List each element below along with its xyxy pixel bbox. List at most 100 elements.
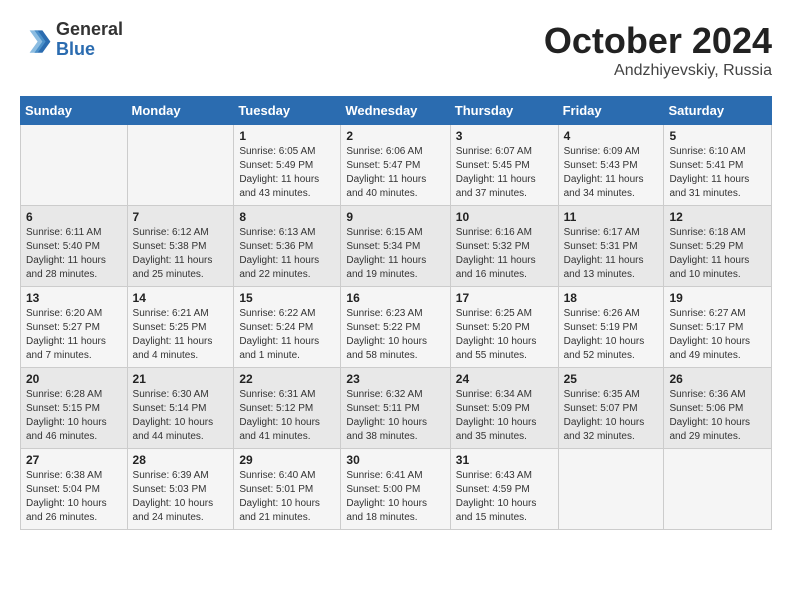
weekday-header: Friday (558, 97, 664, 125)
calendar-day-cell: 4Sunrise: 6:09 AM Sunset: 5:43 PM Daylig… (558, 125, 664, 206)
day-number: 12 (669, 210, 766, 224)
calendar-week-row: 1 Sunrise: 6:05 AM Sunset: 5:49 PM Daylig… (21, 125, 772, 206)
calendar-day-cell: 25 Sunrise: 6:35 AM Sunset: 5:07 PM Dayli… (558, 368, 664, 449)
day-info: Sunrise: 6:05 AM Sunset: 5:49 PM Dayligh… (239, 145, 335, 201)
calendar-day-cell: 19Sunrise: 6:27 AM Sunset: 5:17 PM Dayli… (664, 287, 772, 368)
calendar-week-row: 13 Sunrise: 6:20 AM Sunset: 5:27 PM Dayli… (21, 287, 772, 368)
day-number: 2 (346, 129, 444, 143)
weekday-header-row: SundayMondayTuesdayWednesdayThursdayFrid… (21, 97, 772, 125)
day-info: Sunrise: 6:32 AM Sunset: 5:11 PM Dayligh… (346, 388, 444, 444)
day-info: Sunrise: 6:39 AM Sunset: 5:03 PM Dayligh… (133, 469, 229, 525)
day-number: 5 (669, 129, 766, 143)
day-info: Sunrise: 6:06 AM Sunset: 5:47 PM Dayligh… (346, 145, 444, 201)
day-number: 20 (26, 372, 122, 386)
day-number: 15 (239, 291, 335, 305)
location-title: Andzhiyevskiy, Russia (544, 62, 772, 80)
day-info: Sunrise: 6:41 AM Sunset: 5:00 PM Dayligh… (346, 469, 444, 525)
day-number: 7 (133, 210, 229, 224)
day-info: Sunrise: 6:12 AM Sunset: 5:38 PM Dayligh… (133, 226, 229, 282)
day-number: 29 (239, 453, 335, 467)
logo: General Blue (20, 20, 123, 60)
month-title: October 2024 (544, 20, 772, 62)
day-number: 14 (133, 291, 229, 305)
calendar-day-cell: 20 Sunrise: 6:28 AM Sunset: 5:15 PM Dayli… (21, 368, 128, 449)
day-number: 13 (26, 291, 122, 305)
day-info: Sunrise: 6:43 AM Sunset: 4:59 PM Dayligh… (456, 469, 553, 525)
calendar-day-cell: 10 Sunrise: 6:16 AM Sunset: 5:32 PM Dayli… (450, 206, 558, 287)
day-number: 9 (346, 210, 444, 224)
day-info: Sunrise: 6:27 AM Sunset: 5:17 PM Dayligh… (669, 307, 766, 363)
weekday-header: Wednesday (341, 97, 450, 125)
calendar-day-cell: 11Sunrise: 6:17 AM Sunset: 5:31 PM Dayli… (558, 206, 664, 287)
calendar-day-cell (558, 449, 664, 530)
calendar-day-cell: 2 Sunrise: 6:06 AM Sunset: 5:47 PM Daylig… (341, 125, 450, 206)
day-number: 30 (346, 453, 444, 467)
calendar-day-cell: 18Sunrise: 6:26 AM Sunset: 5:19 PM Dayli… (558, 287, 664, 368)
day-info: Sunrise: 6:21 AM Sunset: 5:25 PM Dayligh… (133, 307, 229, 363)
logo-blue: Blue (56, 40, 123, 60)
day-info: Sunrise: 6:09 AM Sunset: 5:43 PM Dayligh… (564, 145, 659, 201)
day-number: 16 (346, 291, 444, 305)
day-info: Sunrise: 6:31 AM Sunset: 5:12 PM Dayligh… (239, 388, 335, 444)
day-info: Sunrise: 6:38 AM Sunset: 5:04 PM Dayligh… (26, 469, 122, 525)
weekday-header: Saturday (664, 97, 772, 125)
day-info: Sunrise: 6:11 AM Sunset: 5:40 PM Dayligh… (26, 226, 122, 282)
day-number: 28 (133, 453, 229, 467)
calendar-day-cell: 30 Sunrise: 6:41 AM Sunset: 5:00 PM Dayli… (341, 449, 450, 530)
calendar-day-cell: 26Sunrise: 6:36 AM Sunset: 5:06 PM Dayli… (664, 368, 772, 449)
day-number: 22 (239, 372, 335, 386)
day-info: Sunrise: 6:25 AM Sunset: 5:20 PM Dayligh… (456, 307, 553, 363)
calendar-day-cell: 14 Sunrise: 6:21 AM Sunset: 5:25 PM Dayli… (127, 287, 234, 368)
day-info: Sunrise: 6:16 AM Sunset: 5:32 PM Dayligh… (456, 226, 553, 282)
logo-general: General (56, 20, 123, 40)
day-info: Sunrise: 6:26 AM Sunset: 5:19 PM Dayligh… (564, 307, 659, 363)
calendar-day-cell: 28 Sunrise: 6:39 AM Sunset: 5:03 PM Dayli… (127, 449, 234, 530)
weekday-header: Thursday (450, 97, 558, 125)
weekday-header: Monday (127, 97, 234, 125)
weekday-header: Tuesday (234, 97, 341, 125)
day-number: 23 (346, 372, 444, 386)
calendar-day-cell: 3 Sunrise: 6:07 AM Sunset: 5:45 PM Daylig… (450, 125, 558, 206)
day-number: 25 (564, 372, 659, 386)
day-number: 11 (564, 210, 659, 224)
calendar-day-cell: 17Sunrise: 6:25 AM Sunset: 5:20 PM Dayli… (450, 287, 558, 368)
page-header: General Blue October 2024 Andzhiyevskiy,… (20, 20, 772, 80)
calendar-day-cell: 22 Sunrise: 6:31 AM Sunset: 5:12 PM Dayli… (234, 368, 341, 449)
day-info: Sunrise: 6:10 AM Sunset: 5:41 PM Dayligh… (669, 145, 766, 201)
calendar-day-cell: 24Sunrise: 6:34 AM Sunset: 5:09 PM Dayli… (450, 368, 558, 449)
day-info: Sunrise: 6:35 AM Sunset: 5:07 PM Dayligh… (564, 388, 659, 444)
day-info: Sunrise: 6:13 AM Sunset: 5:36 PM Dayligh… (239, 226, 335, 282)
calendar-day-cell: 1 Sunrise: 6:05 AM Sunset: 5:49 PM Daylig… (234, 125, 341, 206)
day-number: 10 (456, 210, 553, 224)
calendar-day-cell: 23 Sunrise: 6:32 AM Sunset: 5:11 PM Dayli… (341, 368, 450, 449)
calendar-day-cell: 9 Sunrise: 6:15 AM Sunset: 5:34 PM Daylig… (341, 206, 450, 287)
day-info: Sunrise: 6:07 AM Sunset: 5:45 PM Dayligh… (456, 145, 553, 201)
calendar-week-row: 6 Sunrise: 6:11 AM Sunset: 5:40 PM Daylig… (21, 206, 772, 287)
day-number: 3 (456, 129, 553, 143)
calendar-day-cell: 6 Sunrise: 6:11 AM Sunset: 5:40 PM Daylig… (21, 206, 128, 287)
day-number: 27 (26, 453, 122, 467)
calendar-day-cell: 16Sunrise: 6:23 AM Sunset: 5:22 PM Dayli… (341, 287, 450, 368)
weekday-header: Sunday (21, 97, 128, 125)
calendar-day-cell: 13 Sunrise: 6:20 AM Sunset: 5:27 PM Dayli… (21, 287, 128, 368)
calendar-day-cell (127, 125, 234, 206)
calendar-day-cell: 29 Sunrise: 6:40 AM Sunset: 5:01 PM Dayli… (234, 449, 341, 530)
day-number: 1 (239, 129, 335, 143)
day-number: 8 (239, 210, 335, 224)
day-number: 26 (669, 372, 766, 386)
calendar-day-cell: 27 Sunrise: 6:38 AM Sunset: 5:04 PM Dayli… (21, 449, 128, 530)
day-info: Sunrise: 6:15 AM Sunset: 5:34 PM Dayligh… (346, 226, 444, 282)
calendar-day-cell: 8 Sunrise: 6:13 AM Sunset: 5:36 PM Daylig… (234, 206, 341, 287)
day-number: 6 (26, 210, 122, 224)
day-info: Sunrise: 6:40 AM Sunset: 5:01 PM Dayligh… (239, 469, 335, 525)
day-info: Sunrise: 6:18 AM Sunset: 5:29 PM Dayligh… (669, 226, 766, 282)
day-info: Sunrise: 6:20 AM Sunset: 5:27 PM Dayligh… (26, 307, 122, 363)
calendar-day-cell: 7 Sunrise: 6:12 AM Sunset: 5:38 PM Daylig… (127, 206, 234, 287)
calendar-day-cell (21, 125, 128, 206)
day-number: 31 (456, 453, 553, 467)
day-number: 24 (456, 372, 553, 386)
calendar-day-cell (664, 449, 772, 530)
day-info: Sunrise: 6:28 AM Sunset: 5:15 PM Dayligh… (26, 388, 122, 444)
day-number: 21 (133, 372, 229, 386)
calendar-day-cell: 12 Sunrise: 6:18 AM Sunset: 5:29 PM Dayli… (664, 206, 772, 287)
